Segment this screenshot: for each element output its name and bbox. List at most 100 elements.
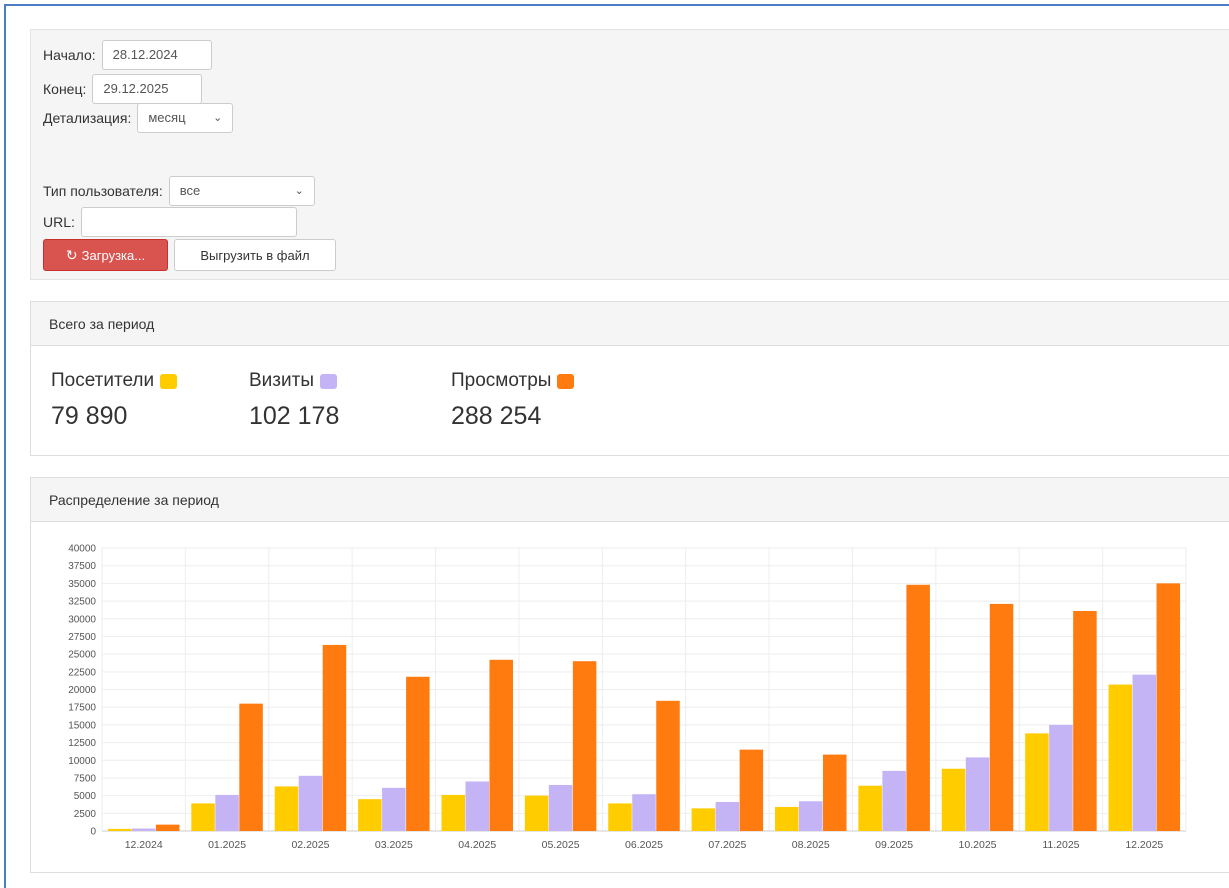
- visits-swatch: [319, 373, 337, 389]
- end-date-input[interactable]: 29.12.2025: [92, 74, 203, 104]
- totals-title: Всего за период: [31, 302, 1229, 346]
- detail-select[interactable]: месяц ⌄: [137, 103, 234, 133]
- bar-views: [989, 603, 1014, 831]
- detail-select-value: месяц: [148, 110, 186, 125]
- url-input[interactable]: [80, 207, 297, 237]
- x-tick-label: 08.2025: [792, 839, 830, 851]
- views-value: 288 254: [451, 402, 542, 430]
- url-label: URL:: [43, 214, 75, 230]
- bar-views: [406, 676, 430, 831]
- x-tick-label: 06.2025: [625, 839, 663, 851]
- user-type-row: Тип пользователя: все ⌄: [43, 176, 315, 206]
- bar-visits: [131, 828, 156, 831]
- bar-visitors: [691, 808, 716, 831]
- bar-views: [1073, 610, 1097, 831]
- views-stat: Просмотры 288 254: [451, 370, 575, 431]
- bar-views: [823, 754, 847, 831]
- y-tick-label: 25000: [68, 650, 96, 661]
- bar-visits: [1049, 724, 1073, 831]
- totals-panel: Всего за период Посетители 79 890 Визиты…: [30, 301, 1229, 456]
- y-tick-label: 12500: [68, 738, 96, 749]
- refresh-icon: ↻: [65, 246, 78, 263]
- bar-visitors: [1108, 684, 1133, 831]
- bar-visits: [882, 770, 906, 831]
- bar-visitors: [524, 795, 549, 831]
- url-row: URL:: [43, 207, 297, 237]
- bar-visits: [1132, 674, 1157, 831]
- bar-views: [656, 700, 680, 831]
- visitors-label: Посетители: [51, 370, 155, 391]
- x-tick-label: 10.2025: [959, 839, 997, 851]
- x-tick-label: 12.2025: [1125, 839, 1163, 851]
- load-button[interactable]: ↻ Загрузка...: [43, 239, 168, 271]
- bar-visits: [298, 775, 323, 831]
- visitors-swatch: [160, 373, 178, 389]
- x-tick-label: 03.2025: [375, 839, 413, 851]
- visitors-value: 79 890: [51, 402, 128, 430]
- user-type-select-value: все: [179, 183, 201, 198]
- bar-views: [322, 644, 347, 831]
- y-tick-label: 17500: [68, 703, 96, 714]
- user-type-select[interactable]: все ⌄: [168, 176, 315, 206]
- y-tick-label: 7500: [74, 773, 97, 784]
- bar-views: [906, 584, 930, 831]
- views-swatch: [557, 373, 575, 389]
- y-tick-label: 22500: [68, 667, 96, 678]
- distribution-panel: Распределение за период 0 2500 5000 7500 100…: [30, 477, 1229, 873]
- y-tick-label: 2500: [74, 809, 97, 820]
- y-tick-label: 37500: [68, 561, 96, 572]
- bar-visitors: [608, 803, 632, 831]
- visits-value: 102 178: [249, 402, 340, 430]
- end-date-label: Конец:: [43, 81, 87, 97]
- x-tick-label: 12.2024: [125, 839, 163, 851]
- x-tick-label: 01.2025: [208, 839, 246, 851]
- distribution-title: Распределение за период: [31, 478, 1229, 522]
- bar-visitors: [358, 799, 382, 831]
- y-tick-label: 10000: [68, 756, 96, 767]
- chevron-down-icon: ⌄: [294, 185, 304, 197]
- bar-visitors: [107, 828, 132, 831]
- start-date-input[interactable]: 28.12.2024: [101, 40, 212, 70]
- end-date-row: Конец: 29.12.2025: [43, 74, 203, 104]
- bar-visits: [215, 794, 239, 831]
- bar-views: [572, 661, 597, 831]
- filter-panel: Начало: 28.12.2024 Конец: 29.12.2025 Дет…: [30, 29, 1229, 280]
- y-tick-label: 40000: [68, 544, 96, 555]
- y-tick-label: 32500: [68, 597, 96, 608]
- bar-visitors: [1025, 733, 1049, 831]
- export-button[interactable]: Выгрузить в файл: [174, 239, 336, 271]
- views-label: Просмотры: [451, 370, 552, 391]
- bar-visits: [465, 781, 489, 831]
- detail-label: Детализация:: [43, 110, 132, 126]
- y-tick-label: 35000: [68, 579, 96, 590]
- bar-visits: [799, 801, 823, 831]
- distribution-chart: 0 2500 5000 7500 10000 12500 15000 17500 20000 22…: [68, 544, 1187, 851]
- bar-visitors: [274, 786, 299, 831]
- load-button-label: Загрузка...: [81, 247, 146, 263]
- chevron-down-icon: ⌄: [213, 112, 223, 124]
- y-tick-label: 15000: [68, 720, 96, 731]
- x-tick-label: 11.2025: [1042, 839, 1079, 851]
- y-tick-label: 5000: [74, 791, 97, 802]
- y-tick-label: 30000: [68, 614, 96, 625]
- x-tick-label: 02.2025: [291, 839, 329, 851]
- bar-views: [739, 749, 764, 831]
- bar-visits: [965, 757, 990, 831]
- start-date-label: Начало:: [43, 47, 96, 63]
- bar-views: [155, 824, 180, 831]
- bar-visits: [632, 794, 656, 831]
- bar-visits: [715, 801, 740, 831]
- bar-visitors: [941, 768, 966, 831]
- bar-visitors: [858, 785, 882, 831]
- start-date-row: Начало: 28.12.2024: [43, 40, 212, 70]
- y-tick-label: 20000: [68, 685, 96, 696]
- user-type-label: Тип пользователя:: [43, 183, 163, 199]
- y-tick-label: 0: [90, 827, 96, 838]
- bar-visits: [382, 787, 406, 831]
- bar-visitors: [775, 806, 799, 831]
- visitors-stat: Посетители 79 890: [51, 370, 178, 431]
- x-tick-label: 09.2025: [875, 839, 913, 851]
- bar-views: [1156, 583, 1181, 831]
- bar-visitors: [441, 794, 465, 831]
- visits-stat: Визиты 102 178: [249, 370, 339, 431]
